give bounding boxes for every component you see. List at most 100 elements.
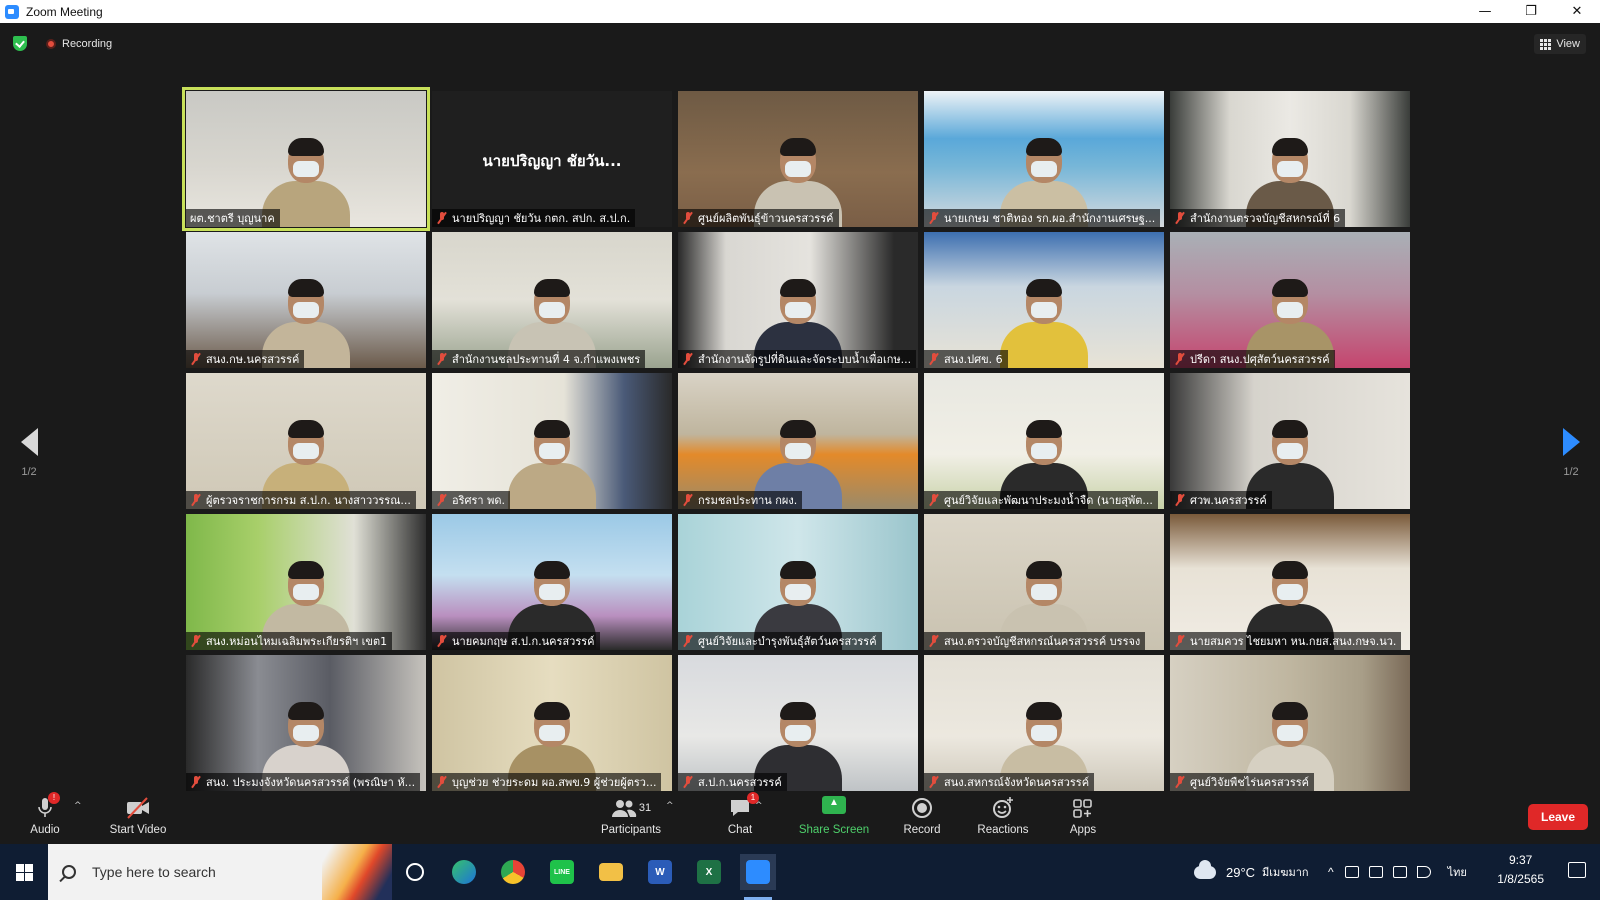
muted-mic-icon [436,494,448,506]
participant-name: ผต.ชาตรี บุญนาค [190,212,275,225]
reactions-button[interactable]: Reactions [958,791,1048,844]
audio-button[interactable]: ! Audio [0,791,90,844]
participant-nametag: นายสมควร ไชยมหา หน.กยส.สนง.กษจ.นว. [1170,632,1402,650]
taskbar-search-box[interactable]: Type here to search [48,844,392,900]
participant-tile[interactable]: นายเกษม ชาติทอง รก.ผอ.สำนักงานเศรษฐ... [924,91,1164,227]
muted-mic-icon [682,212,694,224]
participant-tile[interactable]: อริศรา พด. [432,373,672,509]
network-icon[interactable] [1392,866,1407,878]
participant-nametag: นายเกษม ชาติทอง รก.ผอ.สำนักงานเศรษฐ... [924,209,1161,227]
encryption-shield-icon[interactable] [13,36,27,51]
participant-name: สำนักงานชลประทานที่ 4 จ.กำแพงเพชร [452,353,641,366]
file-explorer-taskbar-icon[interactable] [593,854,629,890]
muted-mic-icon [190,776,202,788]
apps-button[interactable]: Apps [1038,791,1128,844]
tray-app-icon[interactable] [1344,866,1359,878]
muted-mic-icon [436,212,448,224]
participant-tile[interactable]: นายสมควร ไชยมหา หน.กยส.สนง.กษจ.นว. [1170,514,1410,650]
share-screen-icon [822,796,846,820]
apps-icon [1072,796,1094,820]
previous-page-button[interactable]: 1/2 [9,410,49,490]
input-language[interactable]: ไทย [1448,863,1467,881]
muted-mic-icon [682,494,694,506]
start-button[interactable] [0,844,48,900]
participant-tile[interactable]: นายปริญญา ชัยวัน... นายปริญญา ชัยวัน กตก.… [432,91,672,227]
participant-tile[interactable]: สำนักงานชลประทานที่ 4 จ.กำแพงเพชร [432,232,672,368]
task-view-button[interactable] [397,854,433,890]
participant-nametag: ศวพ.นครสวรรค์ [1170,491,1272,509]
participant-tile[interactable]: ศูนย์วิจัยพืชไร่นครสวรรค์ [1170,655,1410,791]
participant-name: สนง.สหกรณ์จังหวัดนครสวรรค์ [944,776,1090,789]
view-button[interactable]: View [1534,34,1586,54]
chat-button[interactable]: 1 Chat [695,791,785,844]
audio-options-caret[interactable]: ^ [74,801,82,811]
participant-video [186,232,426,368]
edge-taskbar-icon[interactable] [446,854,482,890]
participant-tile[interactable]: ปรีดา สนง.ปศุสัตว์นครสวรรค์ [1170,232,1410,368]
page-indicator-right: 1/2 [1563,466,1579,478]
participant-nametag: สำนักงานจัดรูปที่ดินและจัดระบบน้ำเพื่อเก… [678,350,917,368]
participant-video [186,655,426,791]
battery-icon[interactable] [1368,866,1383,878]
share-screen-button[interactable]: Share Screen [788,791,880,844]
participant-tile[interactable]: ศูนย์วิจัยและบำรุงพันธุ์สัตว์นครสวรรค์ [678,514,918,650]
recording-indicator[interactable]: Recording [46,38,112,50]
participants-icon [611,800,637,817]
excel-taskbar-icon[interactable]: X [691,854,727,890]
leave-button[interactable]: Leave [1528,804,1588,830]
meeting-toolbar: ! Audio ^ Start Video 31 Participants ^ … [0,791,1600,844]
participant-nametag: กรมชลประทาน กผง. [678,491,803,509]
muted-mic-icon [190,353,202,365]
next-page-button[interactable]: 1/2 [1551,410,1591,490]
participant-tile[interactable]: สนง.กษ.นครสวรรค์ [186,232,426,368]
participant-tile[interactable]: ผต.ชาตรี บุญนาค [182,87,430,231]
participant-video [432,655,672,791]
windows-logo-icon [15,863,33,881]
participant-tile[interactable]: บุญช่วย ช่วยระดม ผอ.สพข.9 ผู้ช่วยผู้ตรว.… [432,655,672,791]
participant-tile[interactable]: ศูนย์ผลิตพันธุ์ข้าวนครสวรรค์ [678,91,918,227]
participant-tile[interactable]: สนง.หม่อนไหมเฉลิมพระเกียรติฯ เขต1 [186,514,426,650]
participant-name: ศูนย์วิจัยและบำรุงพันธุ์สัตว์นครสวรรค์ [698,635,877,648]
start-video-button[interactable]: Start Video [93,791,183,844]
participant-tile[interactable]: สนง. ประมงจังหวัดนครสวรรค์ (พรณิษา หั... [186,655,426,791]
taskbar-clock[interactable]: 9:37 1/8/2565 [1497,851,1544,889]
participant-name: ส.ป.ก.นครสวรรค์ [698,776,782,789]
word-taskbar-icon[interactable]: W [642,854,678,890]
participant-tile[interactable]: สำนักงานตรวจบัญชีสหกรณ์ที่ 6 [1170,91,1410,227]
tray-chevron-icon[interactable]: ^ [1328,865,1334,879]
participants-options-caret[interactable]: ^ [666,801,674,811]
zoom-taskbar-icon[interactable] [740,854,776,900]
participant-video [1170,91,1410,227]
participant-tile[interactable]: สำนักงานจัดรูปที่ดินและจัดระบบน้ำเพื่อเก… [678,232,918,368]
minimize-button[interactable]: — [1462,0,1508,23]
participant-tile[interactable]: ส.ป.ก.นครสวรรค์ [678,655,918,791]
participant-tile[interactable]: ศูนย์วิจัยและพัฒนาประมงน้ำจืด (นายสุพัต.… [924,373,1164,509]
close-button[interactable]: ✕ [1554,0,1600,23]
participant-tile[interactable]: ผู้ตรวจราชการกรม ส.ป.ก. นางสาววรรณ... [186,373,426,509]
chat-icon: 1 [728,792,759,820]
participant-tile[interactable]: สนง.สหกรณ์จังหวัดนครสวรรค์ [924,655,1164,791]
line-taskbar-icon[interactable]: LINE [544,854,580,890]
restore-button[interactable]: ❐ [1508,0,1554,23]
participants-button[interactable]: 31 Participants [586,791,676,844]
participant-name: ศูนย์วิจัยและพัฒนาประมงน้ำจืด (นายสุพัต.… [944,494,1153,507]
participants-count: 31 [638,802,652,814]
participant-tile[interactable]: ศวพ.นครสวรรค์ [1170,373,1410,509]
participant-tile[interactable]: กรมชลประทาน กผง. [678,373,918,509]
weather-widget[interactable]: 29°C มีเมฆมาก [1194,844,1309,900]
participant-tile[interactable]: นายคมกฤษ ส.ป.ก.นครสวรรค์ [432,514,672,650]
recording-dot-icon [46,39,56,49]
chat-options-caret[interactable]: ^ [755,801,763,811]
participant-nametag: ปรีดา สนง.ปศุสัตว์นครสวรรค์ [1170,350,1335,368]
record-button[interactable]: Record [877,791,967,844]
volume-icon[interactable] [1416,866,1431,878]
participant-video [924,373,1164,509]
participant-name: ศูนย์วิจัยพืชไร่นครสวรรค์ [1190,776,1310,789]
cloud-icon [1194,859,1216,879]
participant-nametag: สนง.หม่อนไหมเฉลิมพระเกียรติฯ เขต1 [186,632,393,650]
chrome-taskbar-icon[interactable] [495,854,531,890]
participant-tile[interactable]: สนง.ปศข. 6 [924,232,1164,368]
notifications-icon[interactable] [1568,862,1586,878]
participant-nametag: สนง.ตรวจบัญชีสหกรณ์นครสวรรค์ บรรจง [924,632,1146,650]
participant-tile[interactable]: สนง.ตรวจบัญชีสหกรณ์นครสวรรค์ บรรจง [924,514,1164,650]
